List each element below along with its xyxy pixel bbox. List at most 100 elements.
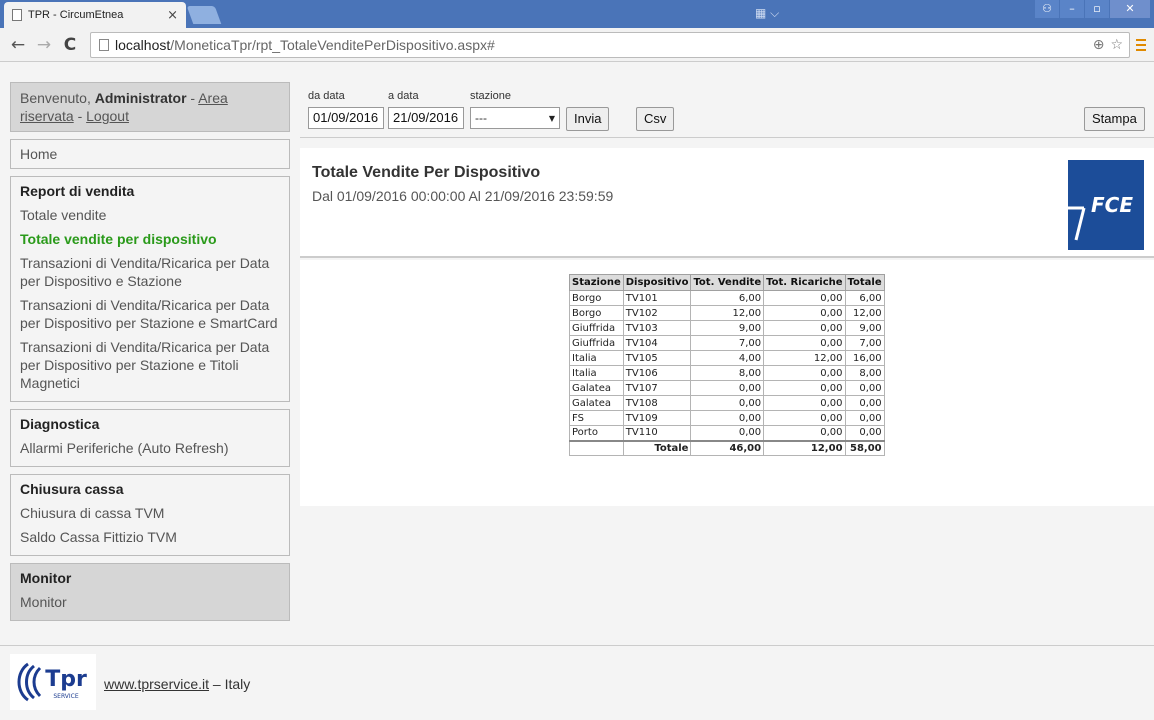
report-table: Stazione Dispositivo Tot. Vendite Tot. Rica… <box>569 274 885 456</box>
sidebar-item-allarmi[interactable]: Allarmi Periferiche (Auto Refresh) <box>20 436 280 460</box>
username: Administrator <box>94 90 187 106</box>
url-host: localhost <box>115 36 171 53</box>
table-cell: Giuffrida <box>569 335 624 351</box>
table-cell: 8,00 <box>690 365 765 381</box>
sidebar: Benvenuto, Administrator - Area riservat… <box>10 82 290 628</box>
table-cell: Galatea <box>569 380 624 396</box>
back-icon[interactable]: ← <box>10 35 26 55</box>
table-cell: 12,00 <box>844 305 885 321</box>
table-cell: 0,00 <box>763 305 846 321</box>
tprservice-link[interactable]: www.tprservice.it <box>104 676 209 692</box>
footer-suffix: – Italy <box>209 676 251 692</box>
sidebar-item-chiusura-cassa[interactable]: Chiusura di cassa TVM <box>20 501 280 525</box>
table-header-row: Stazione Dispositivo Tot. Vendite Tot. Rica… <box>569 274 885 291</box>
table-cell: 46,00 <box>690 439 765 456</box>
report-title: Totale Vendite Per Dispositivo <box>312 164 541 181</box>
forward-icon[interactable]: → <box>36 35 52 55</box>
table-cell: TV101 <box>622 290 692 306</box>
sidebar-item-transazioni-smartcard[interactable]: Transazioni di Vendita/Ricarica per Data… <box>20 293 280 335</box>
table-cell: 0,00 <box>763 410 846 426</box>
close-icon[interactable]: × <box>167 8 178 23</box>
table-cell: TV107 <box>622 380 692 396</box>
table-cell: 0,00 <box>844 395 885 411</box>
footer-text: www.tprservice.it – Italy <box>104 676 250 692</box>
sidebar-item-monitor[interactable]: Monitor <box>20 590 280 614</box>
logout-link[interactable]: Logout <box>86 108 129 124</box>
sidebar-item-totale-vendite[interactable]: Totale vendite <box>20 203 280 227</box>
table-cell: 0,00 <box>763 335 846 351</box>
table-cell: 0,00 <box>844 380 885 396</box>
browser-menu-icon[interactable] <box>1136 38 1146 51</box>
table-row: Italia TV105 4,00 12,00 16,00 <box>569 350 885 366</box>
table-row: Galatea TV108 0,00 0,00 0,00 <box>569 395 885 411</box>
tpr-logo: Tpr SERVICE <box>10 654 96 710</box>
table-cell: 12,00 <box>763 350 846 366</box>
section-monitor: Monitor Monitor <box>10 563 290 621</box>
sidebar-item-transazioni-stazione[interactable]: Transazioni di Vendita/Ricarica per Data… <box>20 251 280 293</box>
section-chiusura-cassa: Chiusura cassa Chiusura di cassa TVM Sal… <box>10 474 290 556</box>
zoom-icon[interactable]: ⊕ <box>1093 37 1105 53</box>
window-close-icon[interactable]: ✕ <box>1110 0 1150 18</box>
table-cell: 7,00 <box>690 335 765 351</box>
new-tab-button[interactable] <box>186 6 222 24</box>
table-cell: 4,00 <box>690 350 765 366</box>
fce-logo: FCE <box>1068 160 1144 250</box>
table-cell: Porto <box>569 425 624 441</box>
table-cell: TV106 <box>622 365 692 381</box>
table-cell: 8,00 <box>844 365 885 381</box>
table-cell: 7,00 <box>844 335 885 351</box>
column-header: Dispositivo <box>622 274 692 291</box>
column-header: Stazione <box>569 274 624 291</box>
section-diagnostica: Diagnostica Allarmi Periferiche (Auto Re… <box>10 409 290 467</box>
table-cell: Italia <box>569 365 624 381</box>
table-cell: 0,00 <box>844 425 885 441</box>
sidebar-item-transazioni-titoli[interactable]: Transazioni di Vendita/Ricarica per Data… <box>20 335 280 395</box>
column-header: Tot. Vendite <box>690 274 765 291</box>
table-cell: 9,00 <box>844 320 885 336</box>
minimize-icon[interactable]: – <box>1060 0 1084 18</box>
section-title: Monitor <box>20 570 72 586</box>
sidebar-item-saldo-cassa[interactable]: Saldo Cassa Fittizio TVM <box>20 525 280 549</box>
table-cell: 12,00 <box>690 305 765 321</box>
table-cell: TV105 <box>622 350 692 366</box>
sidebar-item-home[interactable]: Home <box>20 146 280 162</box>
table-row: Giuffrida TV104 7,00 0,00 7,00 <box>569 335 885 351</box>
report-subtitle: Dal 01/09/2016 00:00:00 Al 21/09/2016 23… <box>312 188 614 204</box>
table-cell: Galatea <box>569 395 624 411</box>
footer: Tpr SERVICE www.tprservice.it – Italy <box>0 645 1154 720</box>
table-cell <box>569 439 624 456</box>
table-cell: 0,00 <box>690 395 765 411</box>
table-cell: Borgo <box>569 305 624 321</box>
url-path: /MoneticaTpr/rpt_TotaleVenditePerDisposi… <box>170 36 495 53</box>
window-controls: ⚇ – ▫ ✕ <box>1035 0 1150 18</box>
table-cell: TV103 <box>622 320 692 336</box>
tpr-logo-text: Tpr <box>45 667 87 692</box>
reload-icon[interactable]: C <box>62 35 78 55</box>
table-cell: 16,00 <box>844 350 885 366</box>
column-header: Tot. Ricariche <box>763 274 846 291</box>
browser-tab[interactable]: TPR - CircumEtnea × <box>4 2 186 28</box>
table-cell: Totale <box>622 439 692 456</box>
table-cell: TV104 <box>622 335 692 351</box>
table-cell: Italia <box>569 350 624 366</box>
table-cell: 0,00 <box>763 290 846 306</box>
address-bar: ← → C localhost/MoneticaTpr/rpt_TotaleVe… <box>0 28 1154 62</box>
table-row: Borgo TV102 12,00 0,00 12,00 <box>569 305 885 321</box>
user-icon[interactable]: ⚇ <box>1035 0 1059 18</box>
table-cell: TV110 <box>622 425 692 441</box>
table-cell: 0,00 <box>763 320 846 336</box>
fce-logo-text: FCE <box>1091 193 1133 217</box>
sidebar-item-totale-vendite-dispositivo[interactable]: Totale vendite per dispositivo <box>20 227 280 251</box>
welcome-box: Benvenuto, Administrator - Area riservat… <box>10 82 290 132</box>
table-row: Galatea TV107 0,00 0,00 0,00 <box>569 380 885 396</box>
table-row: Italia TV106 8,00 0,00 8,00 <box>569 365 885 381</box>
table-cell: TV108 <box>622 395 692 411</box>
bookmark-star-icon[interactable]: ☆ <box>1110 37 1123 53</box>
table-cell: 0,00 <box>690 380 765 396</box>
url-input[interactable]: localhost/MoneticaTpr/rpt_TotaleVenditeP… <box>90 31 1130 58</box>
maximize-icon[interactable]: ▫ <box>1085 0 1109 18</box>
table-row: Giuffrida TV103 9,00 0,00 9,00 <box>569 320 885 336</box>
table-cell: 0,00 <box>763 395 846 411</box>
section-title: Report di vendita <box>20 183 135 199</box>
window-extension-icons: ▦ ⌵ <box>755 6 780 20</box>
